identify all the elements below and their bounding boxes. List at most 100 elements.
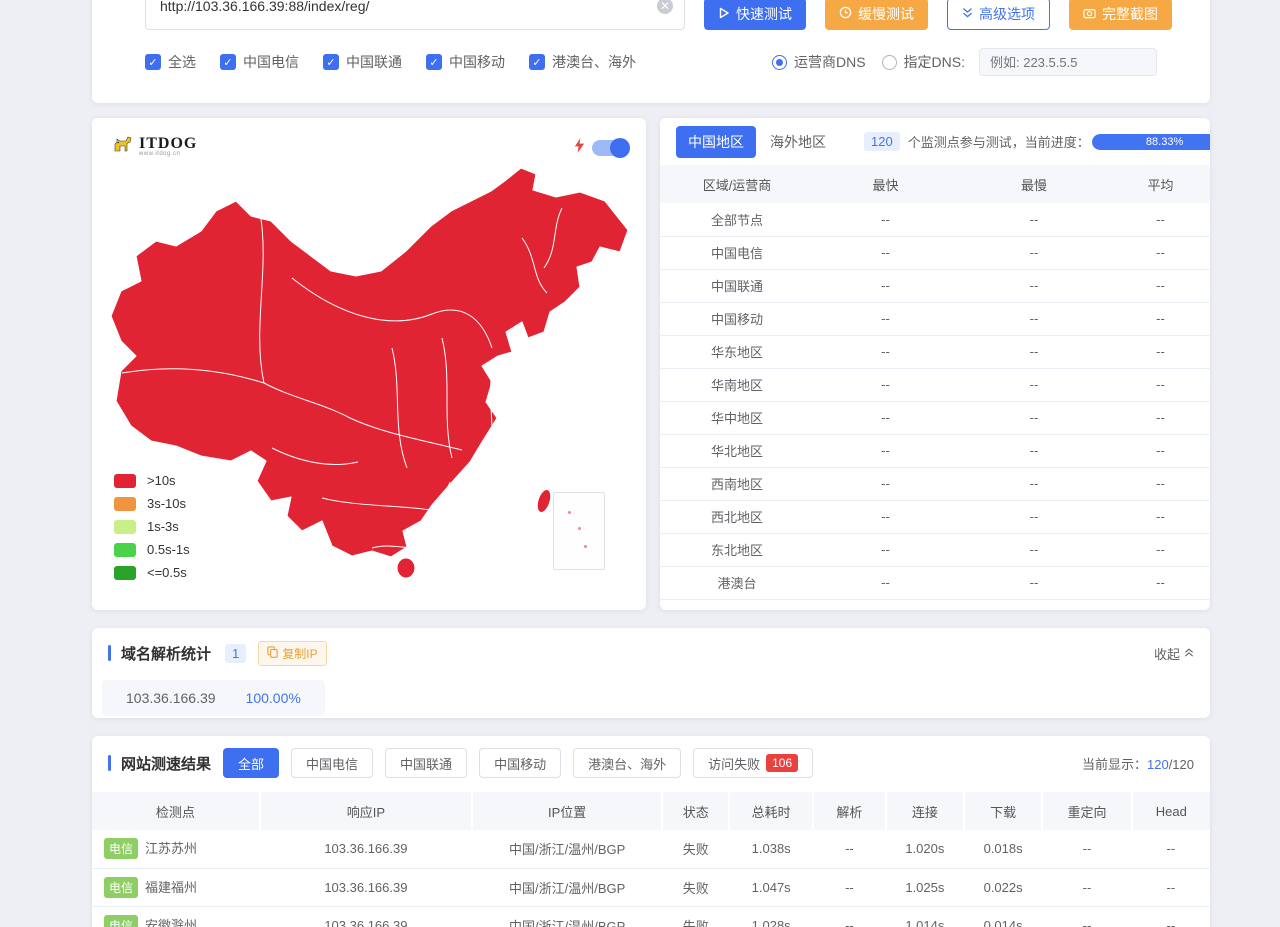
legend-label: 3s-10s [147,496,186,511]
results-filter-tab-2[interactable]: 中国联通 [385,748,467,778]
section-accent-bar [108,755,111,771]
result-ip: 103.36.166.39 [260,868,472,906]
results-filter-tab-0[interactable]: 全部 [223,748,279,778]
result-download: 0.014s [964,906,1042,927]
region-stats-table: 区域/运营商最快最慢平均 全部节点------中国电信------中国联通---… [660,165,1210,600]
legend-item-0: >10s [114,473,190,488]
map-mode-toggle[interactable] [592,140,628,156]
result-status: 失败 [662,830,729,868]
results-table: 检测点响应IPIP位置状态总耗时解析连接下载重定向Head 电信江苏苏州103.… [92,792,1210,927]
region-cell-value: -- [1111,368,1210,401]
region-cell-value: -- [814,368,957,401]
checkbox-checked-icon: ✓ [529,54,545,70]
results-filter-tab-4[interactable]: 港澳台、海外 [573,748,681,778]
result-node-cell: 电信江苏苏州 [92,830,260,868]
region-cell-name: 西北地区 [660,500,814,533]
slow-test-button[interactable]: 缓慢测试 [825,0,928,30]
collapse-button[interactable]: 收起 [1154,644,1194,663]
advanced-options-label: 高级选项 [979,4,1035,24]
region-cell-value: -- [957,401,1111,434]
isp-checkbox-3[interactable]: ✓中国移动 [426,52,505,72]
progress-bar: 88.33% [1092,134,1210,150]
results-filter-tab-1[interactable]: 中国电信 [291,748,373,778]
results-filter-tab-5[interactable]: 访问失败106 [693,748,813,778]
checkbox-label: 全选 [168,52,196,72]
region-tab-0[interactable]: 中国地区 [676,126,756,158]
results-col-header: 响应IP [260,792,472,830]
results-col-header: 检测点 [92,792,260,830]
dns-radio-0[interactable]: 运营商DNS [772,52,866,72]
region-cell-value: -- [1111,203,1210,236]
copy-ip-label: 复制IP [282,645,317,662]
display-count-prefix: 当前显示： [1082,757,1147,772]
results-col-header: 下载 [964,792,1042,830]
checkbox-label: 港澳台、海外 [552,52,636,72]
full-screenshot-button[interactable]: 完整截图 [1069,0,1172,30]
legend-swatch-icon [114,566,136,580]
copy-ip-button[interactable]: 复制IP [258,641,326,666]
dns-entry-row: 103.36.166.39100.00% [102,680,325,716]
region-cell-value: -- [957,500,1111,533]
checkbox-checked-icon: ✓ [323,54,339,70]
results-col-header: 解析 [813,792,886,830]
region-cell-value: -- [957,203,1111,236]
isp-checkbox-0[interactable]: ✓全选 [145,52,196,72]
region-table-row: 中国移动------ [660,302,1210,335]
results-table-header-row: 检测点响应IPIP位置状态总耗时解析连接下载重定向Head [92,792,1210,830]
page: ✕ 快速测试 缓慢测试 高级选项 [92,0,1210,927]
display-count-current: 120 [1147,757,1169,772]
result-ip: 103.36.166.39 [260,906,472,927]
legend-item-4: <=0.5s [114,565,190,580]
dns-radio-1[interactable]: 指定DNS: [882,52,965,72]
region-cell-name: 中国移动 [660,302,814,335]
region-cell-value: -- [814,236,957,269]
region-cell-value: -- [814,302,957,335]
test-config-panel: ✕ 快速测试 缓慢测试 高级选项 [92,0,1210,103]
region-cell-value: -- [814,335,957,368]
map-panel: ITDOG www.itdog.cn >10s3s-10s1s-3s0.5s-1… [92,118,646,610]
double-chevron-up-icon [1184,646,1194,661]
display-count: 当前显示：120/120 [1082,754,1194,773]
isp-checkbox-2[interactable]: ✓ 中国联通 [323,52,402,72]
copy-icon [267,646,278,661]
region-tab-1[interactable]: 海外地区 [758,126,838,158]
custom-dns-input[interactable] [979,48,1157,76]
radio-icon [772,55,787,70]
isp-checkbox-4[interactable]: ✓ 港澳台、海外 [529,52,636,72]
region-table-row: 港澳台------ [660,566,1210,599]
isp-badge: 电信 [104,915,138,927]
advanced-options-button[interactable]: 高级选项 [947,0,1050,30]
result-redirect: -- [1042,906,1131,927]
result-node-name: 福建福州 [145,880,197,895]
region-table-row: 西南地区------ [660,467,1210,500]
url-input-wrap: ✕ [145,0,685,30]
legend-swatch-icon [114,497,136,511]
quick-test-button[interactable]: 快速测试 [704,0,806,30]
results-filter-tab-3[interactable]: 中国移动 [479,748,561,778]
legend-item-2: 1s-3s [114,519,190,534]
display-count-total: /120 [1169,757,1194,772]
url-input[interactable] [145,0,685,30]
dns-option-group: 运营商DNS 指定DNS: [772,48,1157,76]
south-china-sea-inset [553,492,605,570]
slow-test-label: 缓慢测试 [858,4,914,24]
region-table-row: 华东地区------ [660,335,1210,368]
results-filter-tab-label: 中国电信 [306,754,358,773]
result-connect: 1.014s [886,906,964,927]
radio-label: 运营商DNS [794,52,866,72]
region-col-header: 最快 [814,165,957,203]
isp-checkbox-1[interactable]: ✓中国电信 [220,52,299,72]
checkbox-checked-icon: ✓ [220,54,236,70]
region-table-row: 华南地区------ [660,368,1210,401]
speed-results-panel: 网站测速结果 全部中国电信中国联通中国移动港澳台、海外访问失败106 当前显示：… [92,736,1210,927]
region-cell-name: 华东地区 [660,335,814,368]
checkbox-label: 中国联通 [346,52,402,72]
result-connect: 1.025s [886,868,964,906]
dns-entry-percent: 100.00% [246,690,301,706]
region-cell-value: -- [814,467,957,500]
progress-label: 个监测点参与测试，当前进度： [908,132,1090,151]
region-cell-value: -- [814,500,957,533]
region-cell-value: -- [1111,533,1210,566]
region-cell-name: 东北地区 [660,533,814,566]
region-table-row: 全部节点------ [660,203,1210,236]
